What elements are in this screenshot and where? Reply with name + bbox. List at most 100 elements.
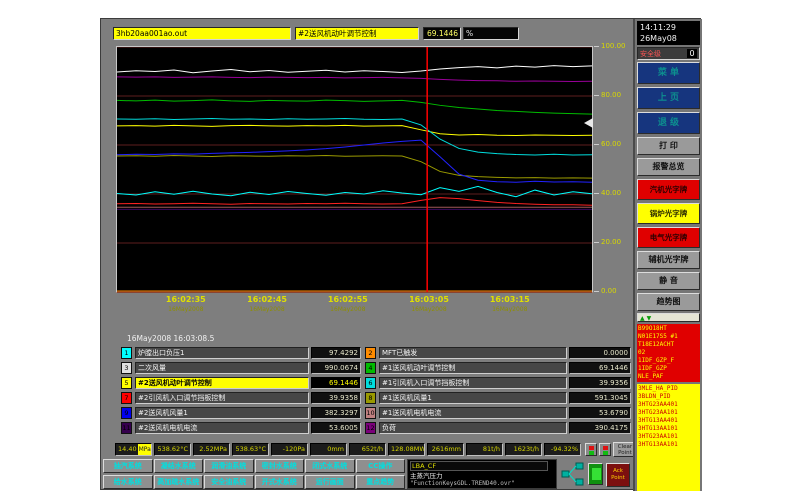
- trend-plot-area[interactable]: [116, 46, 593, 293]
- status-value-text: 14.40: [118, 445, 137, 453]
- alarm-tag[interactable]: 3HTG23AA101: [638, 433, 699, 441]
- status-value: 538.63°C: [232, 443, 269, 456]
- status-value: 2.52MPa: [193, 443, 230, 456]
- scroll-down-icon[interactable]: ▼: [647, 315, 654, 322]
- sidebar-button-上页[interactable]: 上 页: [637, 87, 700, 109]
- legend-row[interactable]: 8#1送风机风量1591.3045: [365, 392, 631, 404]
- nav-button-重点趋势[interactable]: 重点趋势: [356, 475, 406, 489]
- alarm-tag[interactable]: 3HTG13AA401: [638, 417, 699, 425]
- selected-value-marker[interactable]: [584, 118, 593, 128]
- legend-row[interactable]: 2MFT已触发0.0000: [365, 347, 631, 359]
- point-value-field: 69.1446: [423, 27, 461, 40]
- legend-row[interactable]: 12负荷390.4175: [365, 422, 631, 434]
- nav-button-高加疏水系统[interactable]: 高加疏水系统: [154, 475, 204, 489]
- point-description-field[interactable]: #2送风机动叶调节控制: [295, 27, 419, 40]
- console-description: 主蒸汽压力: [410, 472, 554, 480]
- alarm-tag[interactable]: 3HTG13AA101: [638, 441, 699, 449]
- sidebar-button-报警总览[interactable]: 报警总览: [637, 158, 700, 176]
- nav-button-运行画面[interactable]: 运行画面: [305, 475, 355, 489]
- alarm-tag[interactable]: 3HTG23AA401: [638, 401, 699, 409]
- scroll-up-icon[interactable]: ▲: [640, 315, 647, 322]
- sidebar-button-电气光字牌[interactable]: 电气光字牌: [637, 227, 700, 248]
- status-value: -94.32%: [544, 443, 581, 456]
- x-axis-tick: 16:02:5516May2008: [328, 295, 368, 313]
- alarm-tag[interactable]: B99O18HT: [638, 325, 699, 333]
- nav-button-闭式水系统[interactable]: 闭式水系统: [305, 459, 355, 473]
- status-value: 81t/h: [466, 443, 503, 456]
- legend-row[interactable]: 10#1送风机电机电流53.6790: [365, 407, 631, 419]
- command-input[interactable]: LBA_CF: [410, 461, 548, 471]
- x-axis-time-label: 16:02:55: [328, 295, 368, 304]
- legend-signal-label: #1送风机电机电流: [379, 407, 567, 419]
- alarm-tag[interactable]: 3HTG13AA101: [638, 425, 699, 433]
- legend-signal-value: 69.1446: [569, 362, 631, 374]
- clock-date: 26May08: [640, 33, 697, 44]
- point-tag-field[interactable]: 3hb20aa001ao.out: [113, 27, 291, 40]
- legend-row[interactable]: 11#2送风机电机电流53.6005: [121, 422, 361, 434]
- nav-button-密封水系统[interactable]: 密封水系统: [255, 459, 305, 473]
- alarm-tag[interactable]: 1IDF_GZP: [638, 365, 699, 373]
- alarm-tag[interactable]: 1IDF_GZP_F: [638, 357, 699, 365]
- alarm-tag[interactable]: 3MLE_HA_PID: [638, 385, 699, 393]
- status-value: 652t/h: [349, 443, 386, 456]
- sidebar-button-退级[interactable]: 退 级: [637, 112, 700, 134]
- y-axis-label: 100.00: [594, 42, 626, 50]
- ack-point-button[interactable]: Ack Point: [606, 463, 630, 487]
- legend-signal-value: 390.4175: [569, 422, 631, 434]
- alarm-list-unacknowledged[interactable]: B99O18HTN01E17S5 #1T18E12ACHT021IDF_GZP_…: [637, 324, 700, 382]
- alarm-tag[interactable]: N01E17S5 #1: [638, 333, 699, 341]
- nav-button-开式水系统[interactable]: 开式水系统: [255, 475, 305, 489]
- legend-row[interactable]: 9#2送风机风量1382.3297: [121, 407, 361, 419]
- sidebar-button-锅炉光字牌[interactable]: 锅炉光字牌: [637, 203, 700, 224]
- legend-row[interactable]: 5#2送风机动叶调节控制69.1446: [121, 377, 361, 389]
- nav-button-润滑油系统[interactable]: 润滑油系统: [204, 459, 254, 473]
- process-status-bar: 14.40MPa538.62°C2.52MPa538.63°C-120Pa0mm…: [115, 443, 581, 456]
- sidebar-button-趋势图[interactable]: 趋势图: [637, 293, 700, 311]
- alarm-unit-badge: MPa: [138, 444, 152, 455]
- alarm-tag[interactable]: 02: [638, 349, 699, 357]
- network-icon[interactable]: [561, 461, 585, 487]
- legend-signal-value: 53.6005: [311, 422, 361, 434]
- x-axis-date-label: 16May2008: [247, 306, 287, 313]
- alarm-tag[interactable]: 3BLDN_PID: [638, 393, 699, 401]
- x-axis-time-label: 16:03:05: [409, 295, 449, 304]
- alarm-tag[interactable]: 3HTG23AA101: [638, 409, 699, 417]
- nav-button-凝结水系统[interactable]: 凝结水系统: [154, 459, 204, 473]
- legend-row[interactable]: 6#1引风机入口调节挡板控制39.9356: [365, 377, 631, 389]
- legend-signal-label: 炉膛出口负压1: [135, 347, 309, 359]
- status-value-text: 128.08MW: [391, 445, 425, 453]
- nav-button-安全油系统[interactable]: 安全油系统: [204, 475, 254, 489]
- trend-line-7: [117, 198, 592, 206]
- nav-button-给水系统[interactable]: 给水系统: [103, 475, 153, 489]
- sidebar-button-辅机光字牌[interactable]: 辅机光字牌: [637, 251, 700, 269]
- x-axis-tick: 16:02:4516May2008: [247, 295, 287, 313]
- legend-row[interactable]: 4#1送风机动叶调节控制69.1446: [365, 362, 631, 374]
- trend-line-5: [117, 125, 592, 135]
- sidebar-button-汽机光字牌[interactable]: 汽机光字牌: [637, 179, 700, 200]
- legend-signal-value: 591.3045: [569, 392, 631, 404]
- screen-copy-button[interactable]: [588, 463, 603, 485]
- sidebar-button-静音[interactable]: 静 音: [637, 272, 700, 290]
- alarm-tag[interactable]: NLE_PAF: [638, 373, 699, 381]
- signal-indicator-2[interactable]: [599, 443, 611, 456]
- sidebar-button-打印[interactable]: 打 印: [637, 137, 700, 155]
- sidebar-buttons: 菜 单上 页退 级打 印报警总览汽机光字牌锅炉光字牌电气光字牌辅机光字牌静 音趋…: [637, 62, 700, 311]
- security-label: 安全级: [640, 49, 687, 59]
- alarm-list-acknowledged[interactable]: 3MLE_HA_PID3BLDN_PID3HTG23AA4013HTG23AA1…: [637, 384, 700, 491]
- nav-row-2: 给水系统高加疏水系统安全油系统开式水系统运行画面重点趋势: [103, 475, 405, 489]
- sidebar-button-菜单[interactable]: 菜 单: [637, 62, 700, 84]
- legend-row[interactable]: 1炉膛出口负压197.4292: [121, 347, 361, 359]
- y-axis-label: 60.00: [594, 140, 621, 148]
- legend-signal-label: #2送风机风量1: [135, 407, 309, 419]
- trend-chart[interactable]: [117, 47, 592, 292]
- alarm-tag[interactable]: T18E12ACHT: [638, 341, 699, 349]
- alarm-scroll-strip[interactable]: ▲▼: [637, 313, 700, 322]
- legend-signal-label: #2引风机入口调节挡板控制: [135, 392, 309, 404]
- legend-row[interactable]: 7#2引风机入口调节挡板控制39.9358: [121, 392, 361, 404]
- legend-color-swatch: 3: [121, 362, 132, 374]
- legend-color-swatch: 2: [365, 347, 376, 359]
- signal-indicator-1[interactable]: [585, 443, 597, 456]
- nav-button-抽汽系统[interactable]: 抽汽系统: [103, 459, 153, 473]
- nav-button-CC操作[interactable]: CC操作: [356, 459, 406, 473]
- legend-row[interactable]: 3二次风量990.0674: [121, 362, 361, 374]
